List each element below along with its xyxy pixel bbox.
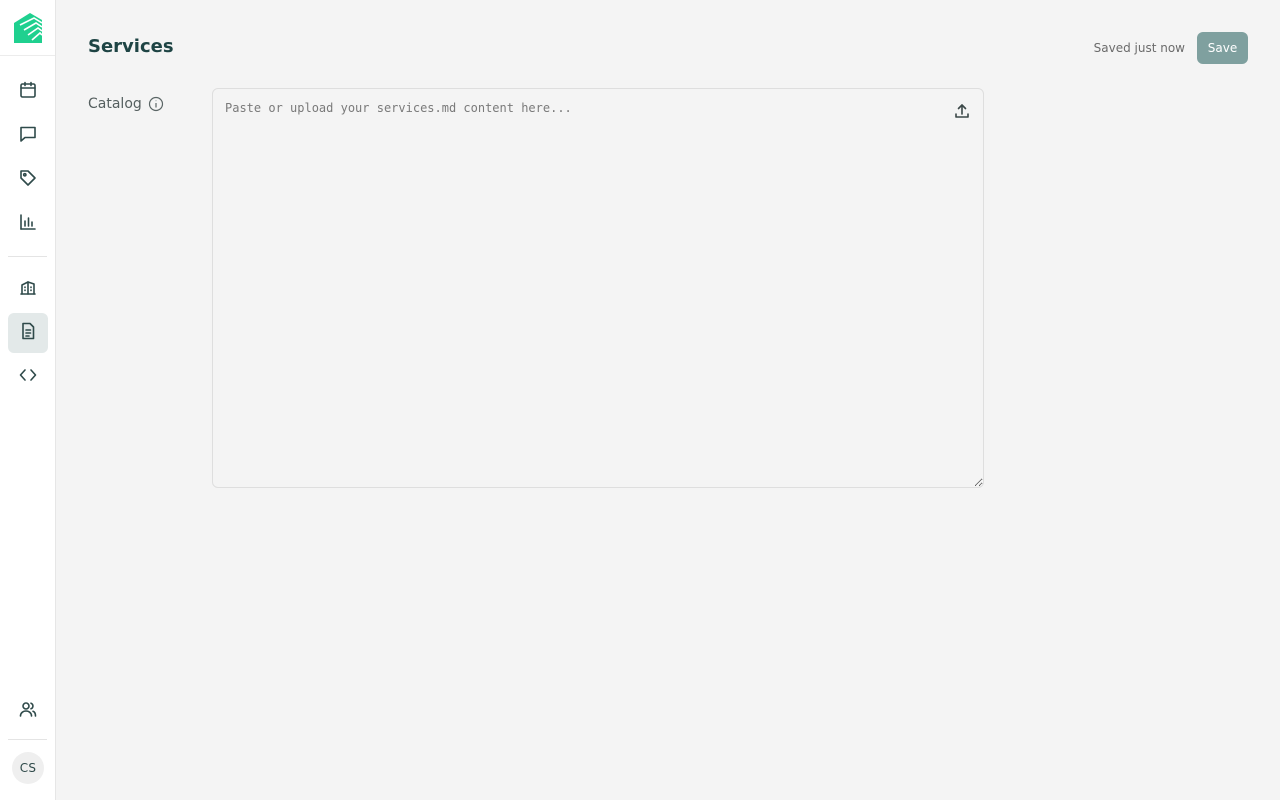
sidebar-item-team[interactable] [8, 691, 48, 731]
sidebar-item-developer[interactable] [8, 357, 48, 397]
sidebar-item-services[interactable] [8, 313, 48, 353]
catalog-label: Catalog [88, 96, 142, 112]
calendar-icon [18, 80, 38, 104]
sidebar-divider [8, 256, 47, 257]
bar-chart-icon [18, 212, 38, 236]
upload-icon[interactable] [953, 102, 971, 120]
sidebar-item-business[interactable] [8, 269, 48, 309]
sidebar-divider [0, 55, 55, 56]
brand-logo[interactable] [14, 13, 43, 43]
code-icon [18, 365, 38, 389]
avatar[interactable]: CS [12, 752, 44, 784]
catalog-editor [212, 88, 984, 488]
catalog-field-label-row: Catalog [88, 96, 164, 112]
sidebar-divider [8, 739, 47, 740]
save-button[interactable]: Save [1197, 32, 1248, 64]
sidebar-item-tags[interactable] [8, 160, 48, 200]
info-icon[interactable] [148, 96, 164, 112]
sidebar-item-analytics[interactable] [8, 204, 48, 244]
save-status-text: Saved just now [1093, 41, 1185, 55]
sidebar: CS [0, 0, 56, 800]
tag-icon [18, 168, 38, 192]
users-icon [18, 699, 38, 723]
sidebar-item-calendar[interactable] [8, 72, 48, 112]
chat-icon [18, 124, 38, 148]
building-icon [18, 277, 38, 301]
app: CS Services Saved just now Save Catalog [0, 0, 1280, 800]
catalog-textarea[interactable] [213, 89, 983, 487]
sidebar-item-messages[interactable] [8, 116, 48, 156]
document-icon [18, 321, 38, 345]
page-title: Services [88, 36, 174, 57]
